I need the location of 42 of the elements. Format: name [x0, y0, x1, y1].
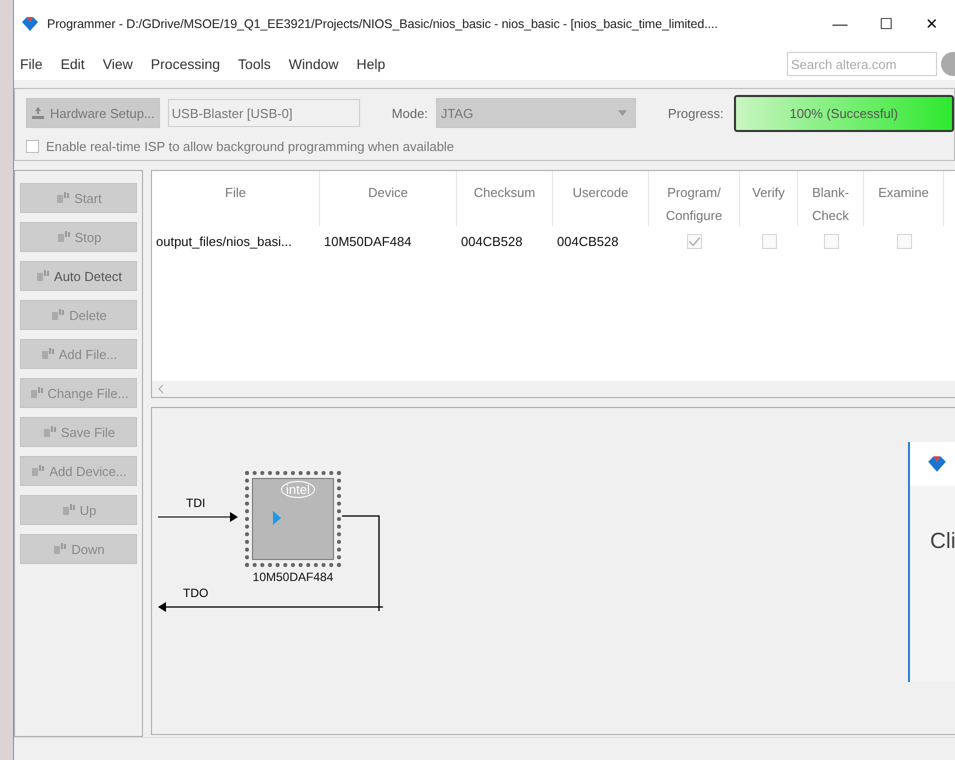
table-cell-text: 10M50DAF484: [323, 234, 412, 248]
search-field[interactable]: Search altera.com: [787, 52, 937, 76]
hardware-setup-button[interactable]: Hardware Setup...: [26, 98, 160, 128]
scroll-left-icon[interactable]: [158, 384, 164, 394]
menu-item[interactable]: File: [20, 56, 43, 72]
column-header[interactable]: Program/ Configure: [649, 171, 740, 226]
progress-label: Progress:: [668, 106, 724, 120]
tdo-label: TDO: [183, 586, 210, 600]
popup-text: Cli: [930, 528, 955, 554]
action-button[interactable]: Auto Detect: [20, 261, 137, 291]
table-cell-text: 004CB528: [556, 234, 620, 248]
column-header[interactable]: File: [152, 171, 320, 226]
upload-icon: [31, 107, 45, 119]
device-label: 10M50DAF484: [252, 570, 334, 584]
isp-label: Enable real-time ISP to allow background programming when available: [46, 139, 454, 154]
caret-icon: [618, 110, 627, 116]
table-cell-text: output_files/nios_basi...: [155, 234, 293, 248]
menu-item[interactable]: Tools: [238, 56, 271, 72]
play-icon: [273, 511, 281, 525]
progress-bar: 100% (Successful): [734, 94, 954, 132]
column-header[interactable]: Device: [320, 171, 457, 226]
isp-checkbox[interactable]: [26, 140, 39, 153]
menu-item[interactable]: View: [102, 56, 133, 72]
column-header[interactable]: Examine: [864, 171, 944, 226]
column-header[interactable]: Verify: [740, 171, 798, 226]
column-header[interactable]: Blank- Check: [798, 171, 864, 226]
menu-item[interactable]: Window: [288, 56, 339, 72]
hardware-field: USB-Blaster [USB-0]: [168, 99, 360, 127]
chip-logo: intel: [281, 481, 315, 498]
tdi-label: TDI: [186, 496, 206, 510]
maximize-button[interactable]: ☐: [863, 4, 909, 44]
minimize-button[interactable]: —: [817, 4, 863, 44]
menu-item[interactable]: Help: [356, 56, 386, 72]
menu-item[interactable]: Edit: [60, 56, 85, 72]
menu-item[interactable]: Processing: [150, 56, 220, 72]
close-button[interactable]: ✕: [909, 4, 955, 44]
mode-label: Mode:: [392, 106, 428, 120]
column-header[interactable]: Usercode: [553, 171, 649, 226]
column-header[interactable]: Checksum: [457, 171, 553, 226]
mode-dropdown[interactable]: JTAG: [436, 98, 636, 128]
table-cell-text: 004CB528: [460, 234, 524, 248]
window-title: Programmer - D:/GDrive/MSOE/19_Q1_EE3921/Projects/NIOS_Basic/nios_basic - nios_basic - [nios_basic_time_limited....: [47, 17, 719, 31]
